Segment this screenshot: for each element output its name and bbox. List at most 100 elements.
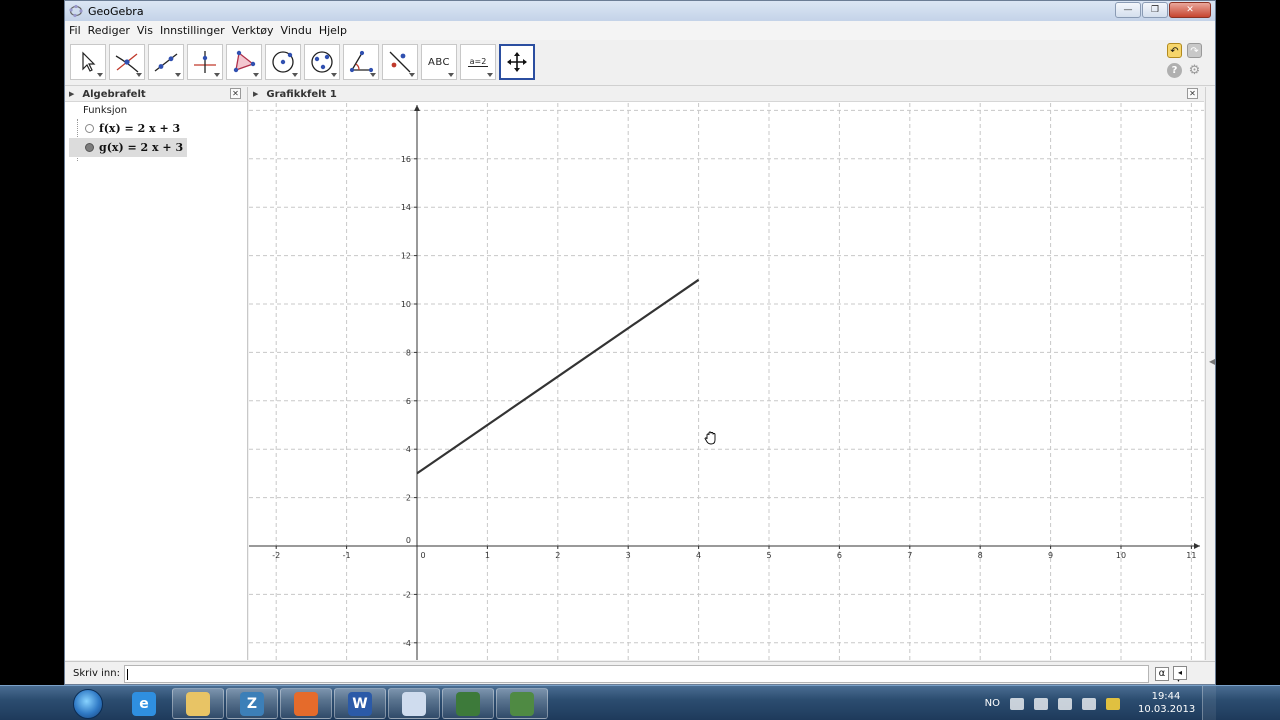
algebra-view-header: ▶ Algebrafelt ✕	[65, 87, 247, 102]
move-tool[interactable]	[70, 44, 106, 80]
x-tick-label: 5	[766, 551, 771, 560]
firefox-icon	[294, 691, 318, 716]
circle-tool[interactable]	[265, 44, 301, 80]
algebra-tree: Funksjon f(x) = 2 x + 3 g(x) = 2 x + 3	[65, 102, 247, 161]
algebra-item-label: g(x) = 2 x + 3	[99, 141, 184, 154]
graphics-view-header: ▶ Grafikkfelt 1 ✕	[249, 87, 1204, 102]
title-bar[interactable]: GeoGebra — ❐ ✕	[65, 1, 1215, 21]
side-bar-handle[interactable]: ◀	[1205, 87, 1215, 660]
algebra-item-label: f(x) = 2 x + 3	[99, 122, 181, 135]
volume-icon[interactable]	[1082, 697, 1096, 710]
polygon-tool[interactable]	[226, 44, 262, 80]
perpendicular-icon	[194, 51, 216, 73]
ie-icon: e	[132, 691, 156, 716]
x-tick-label: 7	[907, 551, 912, 560]
show-desktop-button[interactable]	[1202, 686, 1216, 720]
undo-icon[interactable]: ↶	[1167, 43, 1182, 58]
taskbar-app-green-2[interactable]	[496, 688, 548, 719]
app-green-icon	[456, 691, 480, 716]
conic-tool[interactable]	[304, 44, 340, 80]
clock[interactable]: 19:44 10.03.2013	[1138, 690, 1196, 716]
help-icon[interactable]: ?	[1167, 63, 1182, 78]
visibility-toggle-icon[interactable]	[85, 124, 94, 133]
start-button[interactable]	[66, 687, 110, 720]
x-tick-label: -1	[343, 551, 351, 560]
signal-icon[interactable]	[1058, 697, 1072, 710]
close-panel-icon[interactable]: ✕	[1187, 88, 1198, 99]
clock-date: 10.03.2013	[1138, 704, 1196, 715]
x-tick-label: 8	[978, 551, 983, 560]
polygon-icon	[233, 50, 256, 73]
x-tick-label: -2	[272, 551, 280, 560]
algebra-view: ▶ Algebrafelt ✕ Funksjon f(x) = 2 x + 3 …	[65, 87, 248, 660]
angle-icon	[349, 50, 374, 73]
y-tick-label: 6	[406, 397, 411, 406]
menu-innstillinger[interactable]: Innstillinger	[160, 24, 225, 37]
line-tool[interactable]	[148, 44, 184, 80]
perpendicular-line-tool[interactable]	[187, 44, 223, 80]
folder-icon	[186, 691, 210, 716]
window-title: GeoGebra	[88, 4, 144, 18]
x-tick-label: 6	[837, 551, 842, 560]
y-tick-label: -2	[403, 590, 411, 599]
menu-rediger[interactable]: Rediger	[88, 24, 130, 37]
angle-tool[interactable]	[343, 44, 379, 80]
tray-icon[interactable]	[1010, 697, 1024, 710]
taskbar-geogebra[interactable]	[388, 688, 440, 719]
visibility-toggle-icon[interactable]	[85, 143, 94, 152]
algebra-item-f[interactable]: f(x) = 2 x + 3	[69, 119, 247, 138]
graphics-view[interactable]: ▶ Grafikkfelt 1 ✕ -2 -1 0 1 2 3 4 5 6 7 8 9 10 11 -4 -2…	[249, 87, 1204, 660]
point-tool[interactable]	[109, 44, 145, 80]
toolbar: ABC a=2 ↶ ↷ ? ⚙	[65, 40, 1215, 86]
maximize-button[interactable]: ❐	[1142, 2, 1168, 18]
menu-bar: Fil Rediger Vis Innstillinger Verktøy Vi…	[65, 21, 1215, 40]
algebra-item-g[interactable]: g(x) = 2 x + 3	[69, 138, 187, 157]
reflect-tool[interactable]	[382, 44, 418, 80]
input-bar: Skriv inn: α ▲▼ ◂	[65, 661, 1215, 684]
abc-icon: ABC	[427, 56, 450, 68]
menu-verktoy[interactable]: Verktøy	[232, 24, 274, 37]
coordinate-plane[interactable]: -2 -1 0 1 2 3 4 5 6 7 8 9 10 11-4-20246810121416	[249, 103, 1204, 660]
taskbar-file-explorer[interactable]	[172, 688, 224, 719]
gear-icon[interactable]: ⚙	[1187, 63, 1202, 78]
slider-icon: a=2	[467, 57, 489, 67]
language-indicator[interactable]: NO	[985, 698, 1000, 709]
category-label[interactable]: Funksjon	[83, 105, 247, 116]
close-button[interactable]: ✕	[1169, 2, 1211, 18]
symbol-alpha-button[interactable]: α	[1154, 666, 1169, 681]
drive-icon[interactable]	[1106, 697, 1120, 710]
collapse-arrow-icon[interactable]: ▶	[69, 90, 74, 98]
collapse-arrow-icon[interactable]: ▶	[253, 90, 258, 98]
minimize-button[interactable]: —	[1115, 2, 1141, 18]
redo-icon[interactable]: ↷	[1187, 43, 1202, 58]
arrow-pointer-icon	[82, 51, 96, 72]
menu-fil[interactable]: Fil	[69, 24, 81, 37]
taskbar-firefox[interactable]	[280, 688, 332, 719]
menu-hjelp[interactable]: Hjelp	[319, 24, 347, 37]
line-through-points-icon	[154, 53, 178, 72]
zotero-icon: Z	[240, 691, 264, 716]
move-graphics-tool[interactable]	[499, 44, 535, 80]
network-icon[interactable]	[1034, 697, 1048, 710]
taskbar-word[interactable]: W	[334, 688, 386, 719]
hand-cursor-icon	[704, 431, 716, 445]
y-tick-label: 2	[406, 494, 411, 503]
x-tick-label: 0	[420, 551, 425, 560]
text-tool[interactable]: ABC	[421, 44, 457, 80]
taskbar-internet-explorer[interactable]: e	[118, 688, 170, 719]
y-tick-label: 14	[401, 203, 411, 212]
taskbar-zotero[interactable]: Z	[226, 688, 278, 719]
menu-vindu[interactable]: Vindu	[281, 24, 312, 37]
y-tick-label: 8	[406, 348, 411, 357]
menu-vis[interactable]: Vis	[137, 24, 153, 37]
close-panel-icon[interactable]: ✕	[230, 88, 241, 99]
input-field[interactable]	[123, 664, 1149, 683]
taskbar-app-green[interactable]	[442, 688, 494, 719]
move-arrows-icon	[507, 52, 527, 72]
y-tick-label: 16	[401, 155, 411, 164]
geogebra-logo-icon	[69, 4, 83, 18]
y-tick-label: -4	[403, 639, 411, 648]
keyboard-icon[interactable]: ◂	[1173, 666, 1187, 680]
slider-tool[interactable]: a=2	[460, 44, 496, 80]
clock-time: 19:44	[1151, 691, 1181, 702]
